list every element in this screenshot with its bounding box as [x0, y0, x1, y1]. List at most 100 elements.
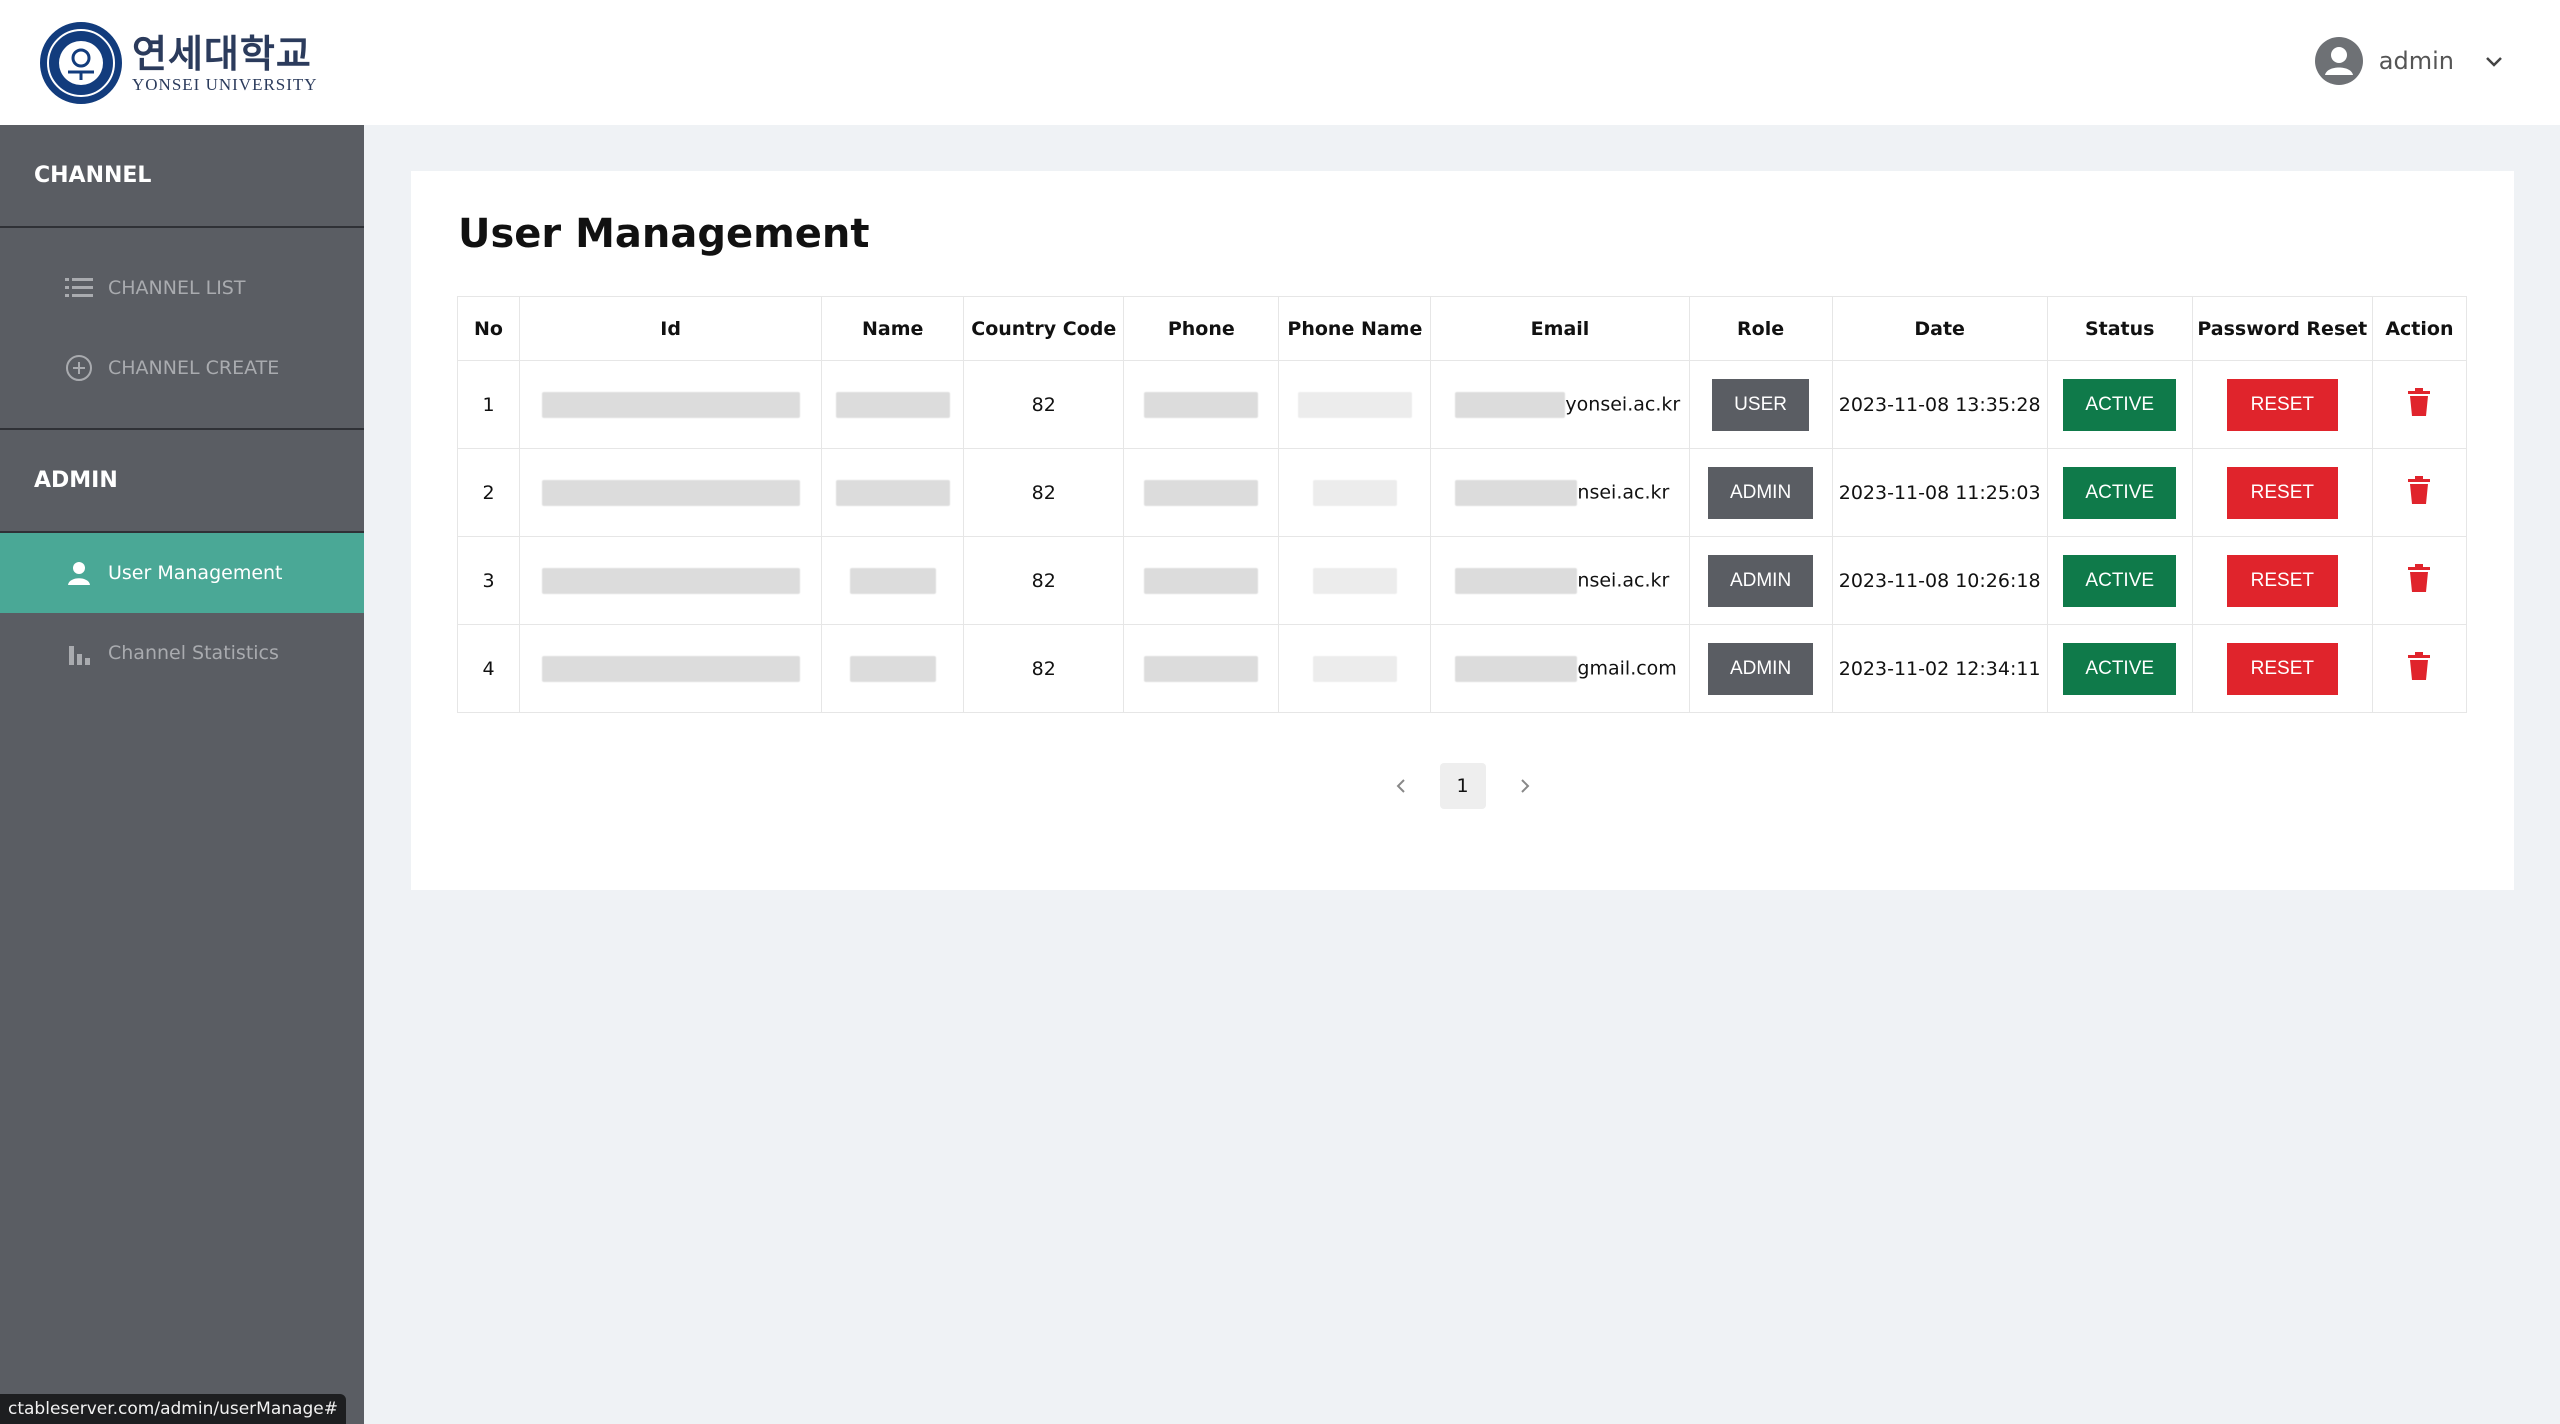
avatar-icon [2314, 37, 2363, 85]
role-button[interactable]: ADMIN [1707, 554, 1814, 607]
user-table: No Id Name Country Code Phone Phone Name… [456, 296, 2468, 713]
column-header[interactable]: Status [2046, 296, 2193, 361]
cell-name-redacted [821, 360, 965, 449]
cell-status: ACTIVE [2046, 448, 2193, 537]
sidebar: CHANNEL CHANNEL LIST CHANNEL CREATE ADMI [0, 125, 364, 1424]
reset-button[interactable]: RESET [2226, 466, 2338, 519]
trash-icon[interactable] [2406, 475, 2432, 505]
cell-country-code: 82 [963, 448, 1125, 537]
chevron-left-icon[interactable] [1386, 771, 1416, 801]
cell-phone-redacted [1123, 448, 1280, 537]
cell-phone-name-redacted [1278, 360, 1432, 449]
cell-name-redacted [821, 536, 965, 625]
cell-status: ACTIVE [2046, 360, 2193, 449]
role-button[interactable]: ADMIN [1707, 466, 1814, 519]
plus-circle-icon [64, 353, 94, 383]
table-row: 1 82 yonsei.ac.kr USER 2023-11-08 13:35:… [456, 360, 2468, 449]
cell-phone-redacted [1123, 624, 1280, 713]
cell-no: 2 [456, 448, 521, 537]
cell-email: nsei.ac.kr [1430, 536, 1690, 625]
table-row: 4 82 gmail.com ADMIN 2023-11-02 12:34:11… [456, 624, 2468, 713]
cell-status: ACTIVE [2046, 536, 2193, 625]
cell-date: 2023-11-02 12:34:11 [1831, 624, 2048, 713]
status-button[interactable]: ACTIVE [2063, 642, 2177, 695]
column-header[interactable]: Date [1831, 296, 2048, 361]
column-header[interactable]: No [456, 296, 521, 361]
sidebar-item-channel-statistics[interactable]: Channel Statistics [0, 613, 364, 693]
column-header[interactable]: Name [821, 296, 965, 361]
cell-date: 2023-11-08 11:25:03 [1831, 448, 2048, 537]
cell-no: 3 [456, 536, 521, 625]
sidebar-section-admin: ADMIN [0, 430, 364, 533]
channel-menu-group: CHANNEL LIST CHANNEL CREATE [0, 228, 364, 430]
column-header[interactable]: Email [1430, 296, 1690, 361]
status-bar-url: ctableserver.com/admin/userManage# [0, 1394, 346, 1424]
reset-button[interactable]: RESET [2226, 378, 2338, 431]
column-header[interactable]: Role [1688, 296, 1833, 361]
pagination: 1 [411, 763, 2514, 809]
reset-button[interactable]: RESET [2226, 554, 2338, 607]
cell-id-redacted [519, 360, 823, 449]
university-seal-icon [40, 22, 122, 104]
cell-id-redacted [519, 536, 823, 625]
bar-chart-icon [64, 638, 94, 668]
cell-role: ADMIN [1688, 536, 1833, 625]
chevron-down-icon[interactable] [2482, 49, 2506, 73]
sidebar-item-channel-list[interactable]: CHANNEL LIST [0, 248, 364, 328]
column-header[interactable]: Country Code [963, 296, 1125, 361]
chevron-right-icon[interactable] [1510, 771, 1540, 801]
cell-action [2371, 448, 2468, 537]
column-header[interactable]: Id [519, 296, 823, 361]
cell-phone-name-redacted [1278, 624, 1432, 713]
list-icon [64, 273, 94, 303]
cell-phone-name-redacted [1278, 448, 1432, 537]
trash-icon[interactable] [2406, 387, 2432, 417]
role-button[interactable]: ADMIN [1707, 642, 1814, 695]
sidebar-item-label: User Management [108, 562, 283, 584]
yonsei-logo[interactable]: 연세대학교 YONSEI UNIVERSITY [40, 20, 318, 106]
cell-date: 2023-11-08 13:35:28 [1831, 360, 2048, 449]
reset-button[interactable]: RESET [2226, 642, 2338, 695]
logo-text: 연세대학교 YONSEI UNIVERSITY [132, 32, 318, 94]
column-header[interactable]: Phone Name [1278, 296, 1432, 361]
cell-password-reset: RESET [2191, 360, 2373, 449]
email-visible-text: nsei.ac.kr [1577, 481, 1670, 503]
sidebar-item-user-management[interactable]: User Management [0, 533, 364, 613]
cell-id-redacted [519, 624, 823, 713]
user-name: admin [2378, 47, 2454, 75]
cell-phone-name-redacted [1278, 536, 1432, 625]
cell-password-reset: RESET [2191, 448, 2373, 537]
cell-status: ACTIVE [2046, 624, 2193, 713]
sidebar-item-channel-create[interactable]: CHANNEL CREATE [0, 328, 364, 408]
cell-country-code: 82 [963, 360, 1125, 449]
cell-email: gmail.com [1430, 624, 1690, 713]
status-button[interactable]: ACTIVE [2063, 554, 2177, 607]
cell-action [2371, 536, 2468, 625]
cell-id-redacted [519, 448, 823, 537]
cell-phone-redacted [1123, 536, 1280, 625]
column-header[interactable]: Phone [1123, 296, 1280, 361]
column-header[interactable]: Password Reset [2191, 296, 2373, 361]
cell-name-redacted [821, 448, 965, 537]
trash-icon[interactable] [2406, 563, 2432, 593]
cell-no: 4 [456, 624, 521, 713]
status-button[interactable]: ACTIVE [2063, 466, 2177, 519]
cell-action [2371, 360, 2468, 449]
status-button[interactable]: ACTIVE [2063, 378, 2177, 431]
cell-country-code: 82 [963, 624, 1125, 713]
page-button-current[interactable]: 1 [1439, 763, 1486, 809]
trash-icon[interactable] [2406, 651, 2432, 681]
cell-action [2371, 624, 2468, 713]
content-card: User Management No Id Name Country Code … [411, 171, 2514, 890]
user-menu[interactable]: admin [2314, 36, 2506, 86]
logo-english-text: YONSEI UNIVERSITY [132, 75, 318, 94]
sidebar-item-label: Channel Statistics [108, 642, 279, 664]
sidebar-item-label: CHANNEL CREATE [108, 357, 280, 379]
email-visible-text: gmail.com [1577, 657, 1677, 679]
role-button[interactable]: USER [1712, 378, 1809, 431]
cell-password-reset: RESET [2191, 624, 2373, 713]
page-title: User Management [458, 211, 870, 257]
cell-email: yonsei.ac.kr [1430, 360, 1690, 449]
cell-name-redacted [821, 624, 965, 713]
column-header[interactable]: Action [2371, 296, 2468, 361]
